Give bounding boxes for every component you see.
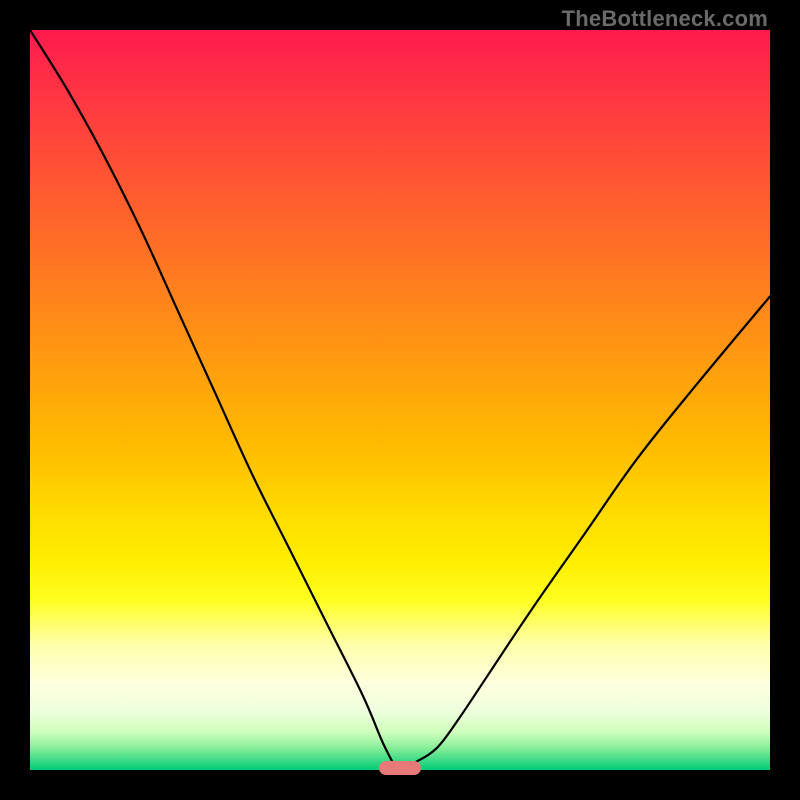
- bottleneck-curve: [30, 30, 770, 770]
- watermark-text: TheBottleneck.com: [562, 6, 768, 32]
- optimal-marker: [379, 761, 421, 775]
- plot-area: [30, 30, 770, 770]
- chart-frame: TheBottleneck.com: [0, 0, 800, 800]
- curve-path: [30, 30, 770, 770]
